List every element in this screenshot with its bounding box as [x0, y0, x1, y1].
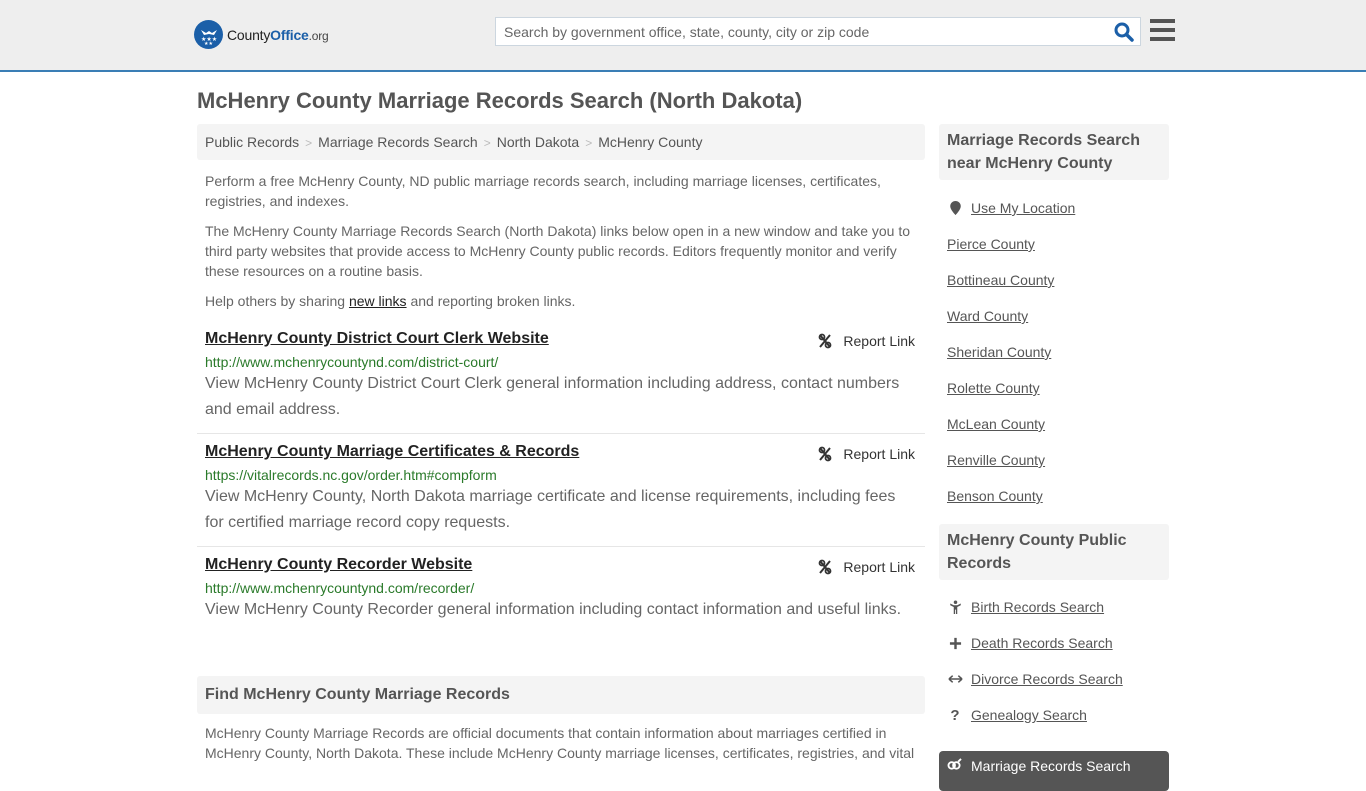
death-records-link[interactable]: Death Records Search	[971, 635, 1113, 651]
breadcrumb-current: McHenry County	[598, 134, 703, 150]
intro-paragraph-2: The McHenry County Marriage Records Sear…	[205, 223, 911, 279]
nearby-list: Use My Location Pierce County Bottineau …	[939, 180, 1169, 522]
use-my-location-item: Use My Location	[947, 190, 1161, 226]
search-icon[interactable]	[1114, 22, 1134, 42]
birth-records-link[interactable]: Birth Records Search	[971, 599, 1104, 615]
public-record-item: Birth Records Search	[947, 589, 1169, 625]
site-logo[interactable]: ★★★ ★★ CountyOffice.org	[194, 20, 329, 49]
nearby-heading: Marriage Records Search near McHenry Cou…	[939, 124, 1169, 180]
result-description: View McHenry County District Court Clerk…	[205, 375, 900, 418]
county-link-sheridan[interactable]: Sheridan County	[947, 344, 1051, 360]
search-box	[495, 17, 1141, 46]
broken-link-icon	[819, 559, 832, 575]
report-link-button[interactable]: Report Link	[817, 446, 915, 462]
result-description: View McHenry County Recorder general inf…	[205, 601, 902, 618]
result-item: McHenry County Recorder Website Report L…	[197, 547, 925, 633]
page-title: McHenry County Marriage Records Search (…	[197, 88, 803, 113]
marriage-records-active-item[interactable]: Marriage Records Search	[939, 751, 1169, 791]
broken-link-icon	[819, 333, 832, 349]
svg-text:★★: ★★	[204, 41, 213, 46]
new-links-link[interactable]: new links	[349, 293, 407, 309]
public-records-list: Birth Records Search Death Records Searc…	[939, 580, 1169, 741]
hamburger-menu-icon[interactable]	[1150, 19, 1175, 41]
map-marker-icon	[947, 200, 963, 216]
breadcrumb-separator: >	[483, 136, 491, 150]
broken-link-icon	[819, 446, 832, 462]
county-link-bottineau[interactable]: Bottineau County	[947, 272, 1054, 288]
intro-text: Perform a free McHenry County, ND public…	[197, 160, 925, 311]
result-description: View McHenry County, North Dakota marria…	[205, 488, 896, 531]
public-record-item: Divorce Records Search	[947, 661, 1169, 697]
nearby-county-item: Sheridan County	[947, 334, 1161, 370]
result-title-link[interactable]: McHenry County District Court Clerk Webs…	[205, 330, 549, 347]
nearby-county-item: Rolette County	[947, 370, 1161, 406]
nearby-county-item: Ward County	[947, 298, 1161, 334]
report-link-button[interactable]: Report Link	[817, 559, 915, 575]
result-title-link[interactable]: McHenry County Marriage Certificates & R…	[205, 443, 579, 460]
breadcrumb-separator: >	[305, 136, 313, 150]
county-link-mclean[interactable]: McLean County	[947, 416, 1045, 432]
find-records-text: McHenry County Marriage Records are offi…	[205, 725, 915, 761]
use-my-location-link[interactable]: Use My Location	[971, 200, 1075, 216]
genealogy-search-link[interactable]: Genealogy Search	[971, 707, 1087, 723]
county-link-benson[interactable]: Benson County	[947, 488, 1043, 504]
result-title-link[interactable]: McHenry County Recorder Website	[205, 556, 472, 573]
nearby-county-item: Benson County	[947, 478, 1161, 514]
marriage-records-link[interactable]: Marriage Records Search	[971, 758, 1131, 774]
intro-paragraph-3: Help others by sharing new links and rep…	[205, 293, 576, 309]
intro-paragraph-1: Perform a free McHenry County, ND public…	[205, 173, 881, 209]
public-records-heading: McHenry County Public Records	[939, 524, 1169, 580]
result-item: McHenry County District Court Clerk Webs…	[197, 321, 925, 434]
public-record-item: Death Records Search	[947, 625, 1169, 661]
nearby-county-item: McLean County	[947, 406, 1161, 442]
question-icon: ?	[950, 706, 960, 724]
nearby-county-item: Renville County	[947, 442, 1161, 478]
public-record-item: ? Genealogy Search	[947, 697, 1169, 733]
breadcrumb-marriage-records-search[interactable]: Marriage Records Search	[318, 134, 478, 150]
breadcrumb-separator: >	[585, 136, 593, 150]
result-item: McHenry County Marriage Certificates & R…	[197, 434, 925, 547]
breadcrumb-north-dakota[interactable]: North Dakota	[497, 134, 579, 150]
sidebar: Marriage Records Search near McHenry Cou…	[939, 124, 1169, 741]
nearby-county-item: Bottineau County	[947, 262, 1161, 298]
site-header: ★★★ ★★ CountyOffice.org	[0, 0, 1366, 72]
plus-icon	[947, 635, 963, 651]
result-url: http://www.mchenrycountynd.com/recorder/	[205, 580, 475, 596]
arrows-horizontal-icon	[947, 671, 963, 687]
nearby-county-item: Pierce County	[947, 226, 1161, 262]
main-content: Public Records > Marriage Records Search > N…	[197, 124, 925, 633]
breadcrumb: Public Records > Marriage Records Search > N…	[197, 124, 925, 160]
marriage-rings-icon	[947, 758, 963, 774]
breadcrumb-public-records[interactable]: Public Records	[205, 134, 299, 150]
eagle-stars-logo-icon: ★★★ ★★	[194, 20, 223, 49]
report-link-button[interactable]: Report Link	[817, 333, 915, 349]
result-url: http://www.mchenrycountynd.com/district-…	[205, 354, 499, 370]
child-icon	[947, 599, 963, 615]
county-link-ward[interactable]: Ward County	[947, 308, 1028, 324]
county-link-renville[interactable]: Renville County	[947, 452, 1045, 468]
county-link-rolette[interactable]: Rolette County	[947, 380, 1040, 396]
divorce-records-link[interactable]: Divorce Records Search	[971, 671, 1123, 687]
county-link-pierce[interactable]: Pierce County	[947, 236, 1035, 252]
result-url: https://vitalrecords.nc.gov/order.htm#co…	[205, 467, 497, 483]
logo-text: CountyOffice.org	[227, 26, 329, 43]
search-input[interactable]	[496, 18, 1096, 45]
find-records-heading: Find McHenry County Marriage Records	[197, 676, 925, 714]
